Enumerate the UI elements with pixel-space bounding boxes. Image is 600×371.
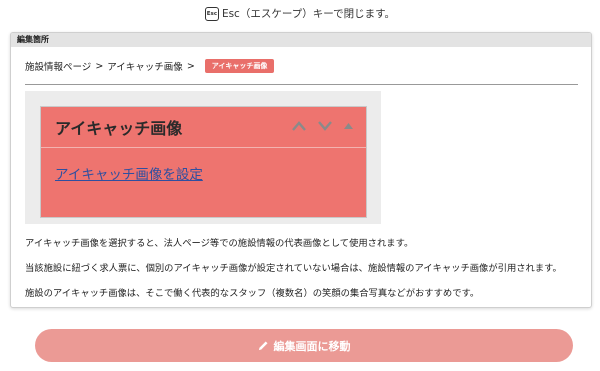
widget-title: アイキャッチ画像 xyxy=(55,119,183,138)
breadcrumb-separator: > xyxy=(95,60,104,72)
breadcrumb-separator: > xyxy=(186,60,195,72)
chevron-down-icon[interactable] xyxy=(317,120,333,132)
panel-title: 編集箇所 xyxy=(11,33,591,47)
widget-header: アイキャッチ画像 xyxy=(41,107,366,148)
triangle-up-icon[interactable] xyxy=(343,121,354,131)
divider xyxy=(25,84,578,85)
edit-section-panel: 編集箇所 施設情報ページ > アイキャッチ画像 > アイキャッチ画像 アイキャッ… xyxy=(10,32,592,308)
breadcrumb-badge: アイキャッチ画像 xyxy=(204,59,275,73)
esc-key-icon: Esc xyxy=(204,6,219,21)
eyecatch-widget: アイキャッチ画像 アイキャッチ画像を設定 xyxy=(40,106,367,218)
breadcrumb: 施設情報ページ > アイキャッチ画像 > アイキャッチ画像 xyxy=(25,59,275,73)
esc-hint-text: Esc（エスケープ）キーで閉じます。 xyxy=(221,8,396,20)
move-to-edit-label: 編集画面に移動 xyxy=(273,339,351,353)
move-to-edit-button[interactable]: 編集画面に移動 xyxy=(35,329,573,362)
chevron-up-icon[interactable] xyxy=(291,120,307,132)
breadcrumb-item-eyecatch[interactable]: アイキャッチ画像 xyxy=(107,59,183,73)
widget-preview: アイキャッチ画像 アイキャッチ画像を設定 xyxy=(25,91,381,224)
description-line-1: アイキャッチ画像を選択すると、法人ページ等での施設情報の代表画像として使用されま… xyxy=(25,238,414,249)
set-eyecatch-link[interactable]: アイキャッチ画像を設定 xyxy=(55,167,203,183)
widget-controls xyxy=(291,120,354,132)
description-line-2: 当該施設に紐づく求人票に、個別のアイキャッチ画像が設定されていない場合は、施設情… xyxy=(25,263,562,274)
widget-body: アイキャッチ画像を設定 xyxy=(41,148,366,198)
breadcrumb-item-facility[interactable]: 施設情報ページ xyxy=(25,59,91,73)
esc-hint: Esc Esc（エスケープ）キーで閉じます。 xyxy=(0,6,600,21)
description-line-3: 施設のアイキャッチ画像は、そこで働く代表的なスタッフ（複数名）の笑顔の集合写真な… xyxy=(25,288,480,299)
pencil-icon xyxy=(258,341,268,351)
